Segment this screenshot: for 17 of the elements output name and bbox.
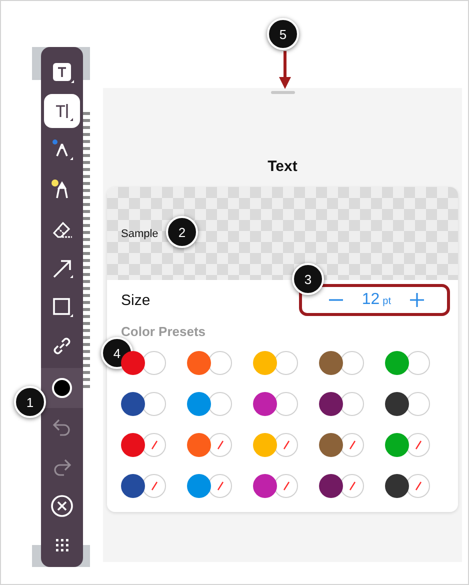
drag-handle[interactable] — [270, 91, 294, 94]
sample-text: Sample — [121, 228, 158, 240]
callout-arrow — [279, 51, 291, 91]
panel-title: Text — [268, 158, 298, 175]
close-icon — [50, 494, 74, 518]
text-box-icon — [50, 60, 74, 84]
tool-button[interactable] — [44, 94, 80, 128]
plus-icon — [409, 292, 425, 308]
callout-badge: 5 — [267, 18, 299, 50]
size-label: Size — [121, 292, 150, 308]
square-icon — [50, 295, 74, 320]
callout-badge: 1 — [14, 386, 46, 418]
minus-icon — [328, 299, 343, 301]
tool-button[interactable] — [41, 368, 83, 408]
increase-button[interactable] — [409, 292, 425, 308]
size-value: 12 pt — [362, 291, 391, 309]
color-circle-icon — [50, 376, 74, 400]
